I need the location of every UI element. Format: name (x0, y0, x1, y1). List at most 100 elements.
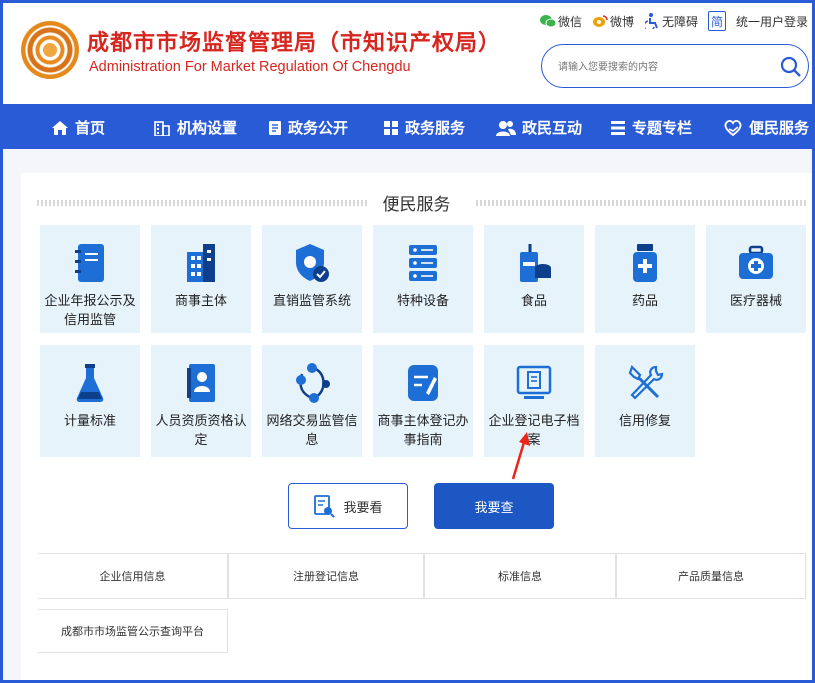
logo-center (43, 43, 57, 57)
weibo-label: 微博 (609, 14, 634, 29)
nav-label-convenience: 便民服务 (749, 120, 810, 137)
document-icon (269, 120, 281, 135)
check-button[interactable]: 我要查 (434, 483, 554, 529)
tile-label: 信用修复 (618, 413, 671, 428)
tile-label: 网络交易监管信息 (266, 413, 358, 447)
office-building-icon (183, 241, 219, 285)
search-icon[interactable] (780, 56, 802, 83)
look-button-label: 我要看 (343, 499, 383, 515)
medicine-bottle-icon (630, 241, 660, 285)
query-link-registration[interactable]: 注册登记信息 (228, 553, 424, 599)
query-link-label: 标准信息 (498, 571, 542, 583)
query-link-enterprise-credit[interactable]: 企业信用信息 (38, 553, 228, 599)
search-input[interactable] (556, 57, 780, 77)
query-link-public-platform[interactable]: 成都市市场监管公示查询平台 (38, 609, 228, 653)
look-button[interactable]: 我要看 (288, 483, 408, 529)
tools-icon (626, 361, 664, 405)
nav-item-organization[interactable]: 机构设置 (153, 117, 237, 138)
simplified-chinese-toggle[interactable]: 简 (707, 11, 726, 31)
annotation-arrow (511, 432, 530, 480)
nav-label-home: 首页 (75, 120, 106, 137)
tile-label: 药品 (631, 293, 658, 308)
site-logo[interactable] (21, 21, 79, 79)
tile-credit-repair[interactable]: 信用修复 (595, 345, 695, 457)
tile-drugs[interactable]: 药品 (595, 225, 695, 333)
flask-icon (74, 361, 106, 405)
shield-check-icon (293, 241, 331, 285)
network-nodes-icon (292, 361, 332, 405)
site-title-cn: 成都市市场监督管理局（市知识产权局） (87, 30, 502, 55)
nav-label-gov-service: 政务服务 (405, 120, 466, 137)
form-edit-icon (406, 361, 440, 405)
tile-label: 商事主体 (174, 293, 227, 308)
nav-label-gov-open: 政务公开 (288, 120, 349, 137)
home-icon (52, 120, 68, 135)
nav-item-topics[interactable]: 专题专栏 (610, 117, 692, 138)
food-icon (516, 241, 552, 285)
wechat-label: 微信 (557, 14, 582, 29)
query-link-label: 企业信用信息 (99, 571, 166, 583)
section-header: 便民服务 (21, 188, 812, 218)
people-icon (496, 120, 516, 136)
tile-label: 食品 (520, 293, 547, 308)
page-frame: 成都市市场监督管理局（市知识产权局） Administration For Ma… (3, 3, 812, 680)
weibo-link[interactable]: 微博 (592, 13, 634, 30)
notebook-icon (73, 241, 107, 285)
wechat-icon (539, 13, 556, 29)
tile-special-equipment[interactable]: 特种设备 (373, 225, 473, 333)
nav-item-gov-service[interactable]: 政务服务 (383, 117, 465, 138)
tile-commercial-entity[interactable]: 商事主体 (151, 225, 251, 333)
tile-direct-selling[interactable]: 直销监管系统 (262, 225, 362, 333)
list-icon (611, 120, 625, 135)
tile-electronic-archive[interactable]: 企业登记电子档案 (484, 345, 584, 457)
heart-hand-icon (724, 119, 742, 136)
nav-item-gov-open[interactable]: 政务公开 (268, 117, 348, 138)
nav-label-interaction: 政民互动 (522, 120, 583, 137)
top-links: 微信 微博 无障碍 简 统一用户登录 (539, 11, 808, 31)
site-header: 成都市市场监督管理局（市知识产权局） Administration For Ma… (3, 3, 812, 104)
query-link-label: 注册登记信息 (293, 571, 359, 583)
monitor-document-icon (516, 361, 552, 405)
wechat-link[interactable]: 微信 (539, 13, 582, 30)
tile-label: 计量标准 (63, 413, 116, 428)
id-book-icon (185, 361, 217, 405)
tile-label: 人员资质资格认定 (155, 413, 247, 447)
tile-annual-report[interactable]: 企业年报公示及信用监管 (40, 225, 140, 333)
document-search-icon (314, 495, 336, 518)
site-title-en: Administration For Market Regulation Of … (89, 59, 411, 75)
query-link-label: 产品质量信息 (678, 571, 744, 583)
accessible-label: 无障碍 (661, 14, 698, 29)
tile-label: 企业登记电子档案 (488, 413, 580, 447)
tile-label: 直销监管系统 (272, 293, 351, 308)
tile-food[interactable]: 食品 (484, 225, 584, 333)
grid-icon (384, 120, 398, 135)
main-nav: 首页 机构设置 政务公开 政务服务 政民互动 专题专栏 便民服务 (3, 104, 812, 149)
tile-registration-guide[interactable]: 商事主体登记办事指南 (373, 345, 473, 457)
nav-label-organization: 机构设置 (177, 120, 238, 137)
nav-item-home[interactable]: 首页 (51, 117, 105, 138)
tile-label: 商事主体登记办事指南 (377, 413, 469, 447)
query-link-product-quality[interactable]: 产品质量信息 (616, 553, 806, 599)
section-title: 便民服务 (382, 195, 451, 214)
login-link[interactable]: 统一用户登录 (736, 13, 808, 30)
tile-metrology[interactable]: 计量标准 (40, 345, 140, 457)
nav-label-topics: 专题专栏 (632, 120, 693, 137)
accessibility-icon (644, 13, 660, 29)
nav-item-convenience[interactable]: 便民服务 (723, 117, 809, 138)
query-link-label: 成都市市场监管公示查询平台 (61, 626, 204, 638)
search-box (541, 44, 809, 88)
tile-medical-devices[interactable]: 医疗器械 (706, 225, 806, 333)
server-icon (407, 241, 439, 285)
building-icon (154, 120, 170, 136)
medical-kit-icon (737, 241, 775, 285)
tile-label: 企业年报公示及信用监管 (44, 293, 136, 327)
weibo-icon (592, 13, 608, 29)
check-button-label: 我要查 (474, 499, 514, 515)
nav-item-interaction[interactable]: 政民互动 (496, 117, 582, 138)
tile-online-trade[interactable]: 网络交易监管信息 (262, 345, 362, 457)
query-link-standards[interactable]: 标准信息 (424, 553, 616, 599)
tile-label: 特种设备 (396, 293, 449, 308)
tile-label: 医疗器械 (729, 293, 782, 308)
tile-personnel-qualification[interactable]: 人员资质资格认定 (151, 345, 251, 457)
accessible-link[interactable]: 无障碍 (644, 13, 698, 30)
